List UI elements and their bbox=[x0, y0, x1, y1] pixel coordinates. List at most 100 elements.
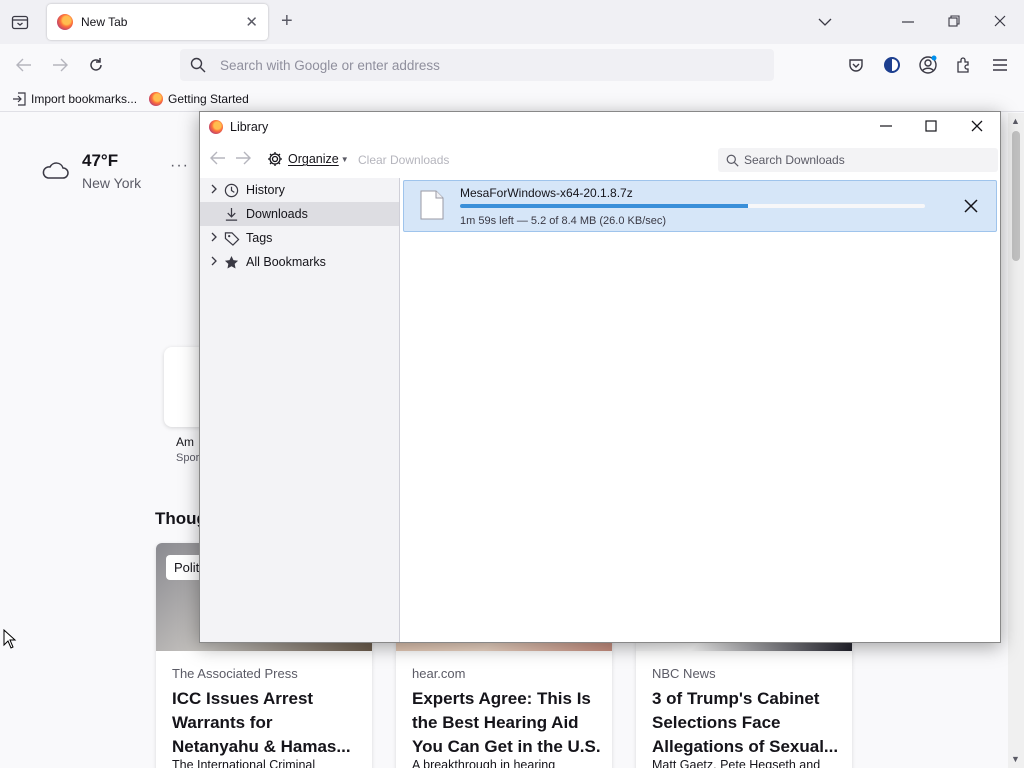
account-icon bbox=[919, 55, 937, 74]
story-description: A breakthrough in hearing bbox=[412, 758, 556, 768]
chevron-right-icon[interactable] bbox=[210, 256, 224, 269]
minimize-icon[interactable] bbox=[902, 14, 914, 30]
back-arrow-icon bbox=[16, 58, 31, 72]
bookmark-import[interactable]: Import bookmarks... bbox=[12, 92, 137, 106]
chevron-down-icon[interactable] bbox=[818, 14, 832, 30]
gear-icon bbox=[268, 152, 282, 166]
chevron-right-icon[interactable] bbox=[210, 232, 224, 245]
star-icon bbox=[224, 255, 242, 270]
organize-label: Organize bbox=[288, 152, 339, 166]
forward-arrow-icon bbox=[236, 151, 251, 165]
forward-button[interactable] bbox=[50, 55, 70, 75]
sidebar-item-tags[interactable]: Tags bbox=[200, 226, 399, 250]
caret-down-icon: ▼ bbox=[340, 154, 349, 164]
library-window: Library Organize ▼ Clear Downloads Searc… bbox=[199, 111, 1001, 643]
close-icon bbox=[964, 199, 978, 213]
download-item[interactable]: MesaForWindows-x64-20.1.8.7z 1m 59s left… bbox=[403, 180, 997, 232]
search-icon bbox=[726, 154, 739, 167]
tab-list-icon bbox=[11, 15, 29, 30]
clock-icon bbox=[224, 183, 242, 198]
tab-title: New Tab bbox=[81, 15, 128, 29]
mouse-cursor-icon bbox=[3, 628, 17, 652]
shortcut-sponsored-label: Spor bbox=[176, 452, 200, 464]
library-sidebar: History Downloads Tags All Bookmarks bbox=[200, 178, 400, 642]
sidebar-item-downloads[interactable]: Downloads bbox=[200, 202, 399, 226]
hamburger-menu-icon bbox=[993, 59, 1007, 71]
shortcut-label: Am bbox=[176, 435, 194, 449]
library-title: Library bbox=[230, 120, 269, 134]
search-downloads-box[interactable] bbox=[718, 148, 998, 172]
firefox-icon bbox=[57, 14, 73, 30]
bookmark-getting-started[interactable]: Getting Started bbox=[149, 91, 249, 106]
reload-button[interactable] bbox=[86, 55, 106, 75]
extension-dark-mode-button[interactable] bbox=[882, 55, 902, 75]
close-window-icon[interactable] bbox=[994, 14, 1006, 30]
sidebar-item-all-bookmarks[interactable]: All Bookmarks bbox=[200, 250, 399, 274]
close-tab-icon[interactable]: ✕ bbox=[245, 13, 258, 31]
clear-downloads-button[interactable]: Clear Downloads bbox=[358, 153, 449, 167]
library-forward-button[interactable] bbox=[235, 151, 251, 170]
file-icon bbox=[420, 190, 444, 223]
library-minimize-icon[interactable] bbox=[880, 119, 892, 136]
address-bar[interactable] bbox=[180, 49, 774, 81]
weather-widget[interactable]: 47°F New York ··· bbox=[40, 151, 188, 191]
search-downloads-input[interactable] bbox=[744, 153, 994, 167]
restore-icon[interactable] bbox=[948, 14, 960, 30]
back-button[interactable] bbox=[14, 55, 34, 75]
extensions-button[interactable] bbox=[954, 55, 974, 75]
story-description: Matt Gaetz, Pete Hegseth and bbox=[652, 758, 821, 768]
story-source: hear.com bbox=[412, 666, 466, 681]
download-filename: MesaForWindows-x64-20.1.8.7z bbox=[460, 186, 633, 200]
app-menu-button[interactable] bbox=[990, 55, 1010, 75]
library-back-button[interactable] bbox=[210, 151, 226, 170]
back-arrow-icon bbox=[210, 151, 225, 165]
nav-bar bbox=[0, 44, 1024, 86]
download-progress-bar bbox=[460, 204, 925, 208]
download-progress-fill bbox=[460, 204, 749, 208]
story-description: The International Criminal bbox=[172, 758, 316, 768]
weather-menu-button[interactable]: ··· bbox=[170, 157, 189, 175]
bookmark-label: Import bookmarks... bbox=[31, 91, 138, 106]
story-headline: Experts Agree: This Is the Best Hearing … bbox=[412, 689, 601, 756]
account-button[interactable] bbox=[918, 55, 938, 75]
tab-new-tab[interactable]: New Tab ✕ bbox=[47, 4, 268, 40]
library-close-icon[interactable] bbox=[971, 119, 983, 136]
cancel-download-button[interactable] bbox=[960, 195, 982, 217]
import-icon bbox=[13, 91, 26, 106]
downloads-list: MesaForWindows-x64-20.1.8.7z 1m 59s left… bbox=[401, 178, 1000, 642]
weather-city: New York bbox=[82, 175, 142, 191]
library-maximize-icon[interactable] bbox=[925, 119, 937, 136]
download-icon bbox=[224, 207, 242, 222]
library-toolbar: Organize ▼ Clear Downloads bbox=[200, 142, 1000, 178]
sidebar-item-label: All Bookmarks bbox=[246, 255, 326, 269]
address-input[interactable] bbox=[220, 57, 740, 73]
firefox-icon bbox=[149, 91, 164, 106]
sidebar-item-label: Downloads bbox=[246, 207, 308, 221]
contrast-icon bbox=[884, 57, 900, 73]
pocket-button[interactable] bbox=[846, 55, 866, 75]
pocket-icon bbox=[849, 59, 863, 72]
firefox-icon bbox=[209, 120, 223, 134]
bookmarks-toolbar: Import bookmarks... Getting Started bbox=[0, 86, 1024, 112]
sidebar-item-history[interactable]: History bbox=[200, 178, 399, 202]
new-tab-button[interactable]: + bbox=[281, 10, 293, 32]
story-source: The Associated Press bbox=[172, 666, 298, 681]
page-scrollbar[interactable]: ▲ ▼ bbox=[1008, 113, 1024, 768]
sidebar-item-label: History bbox=[246, 183, 285, 197]
scrollbar-thumb[interactable] bbox=[1012, 131, 1020, 261]
search-icon bbox=[190, 57, 206, 73]
bookmark-label: Getting Started bbox=[168, 91, 249, 106]
tab-bar: New Tab ✕ + bbox=[0, 0, 1024, 44]
organize-menu-button[interactable]: Organize ▼ bbox=[267, 151, 349, 167]
scroll-down-icon[interactable]: ▼ bbox=[1011, 754, 1020, 764]
story-source: NBC News bbox=[652, 666, 716, 681]
tag-icon bbox=[224, 231, 242, 246]
list-all-tabs-button[interactable] bbox=[8, 10, 32, 34]
puzzle-icon bbox=[957, 57, 969, 73]
forward-arrow-icon bbox=[53, 58, 68, 72]
scroll-up-icon[interactable]: ▲ bbox=[1011, 116, 1020, 126]
story-headline: 3 of Trump's Cabinet Selections Face All… bbox=[652, 689, 839, 756]
chevron-right-icon[interactable] bbox=[210, 184, 224, 197]
story-headline: ICC Issues Arrest Warrants for Netanyahu… bbox=[172, 689, 351, 756]
reload-icon bbox=[90, 58, 102, 71]
